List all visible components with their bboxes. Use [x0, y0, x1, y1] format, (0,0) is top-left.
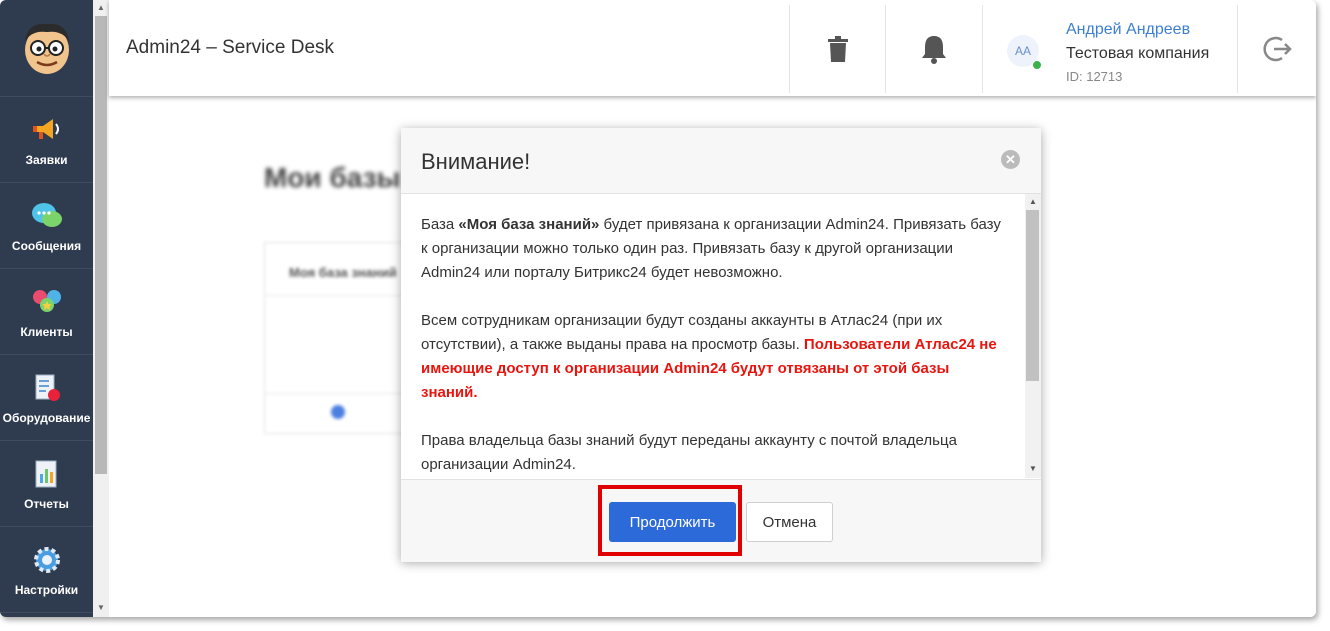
sidebar: Заявки Сообщения Клиенты Оборудование От…	[0, 0, 93, 617]
scroll-up-arrow-icon[interactable]: ▲	[97, 3, 105, 12]
dialog-header: Внимание! ✕	[401, 128, 1041, 194]
bell-icon	[921, 36, 946, 64]
sidebar-item-label: Заявки	[25, 152, 68, 167]
close-icon[interactable]: ✕	[1001, 150, 1020, 169]
company-name: Тестовая компания	[1066, 45, 1210, 62]
card-header: Моя база знаний	[289, 265, 397, 280]
sidebar-item-settings[interactable]: Настройки	[0, 527, 93, 613]
sidebar-item-messages[interactable]: Сообщения	[0, 183, 93, 269]
dialog-paragraph: Права владельца базы знаний будут переда…	[421, 432, 957, 473]
chat-bubbles-icon	[30, 199, 64, 233]
sidebar-item-clients[interactable]: Клиенты	[0, 269, 93, 355]
logout-button[interactable]	[1237, 5, 1316, 93]
app-window: Заявки Сообщения Клиенты Оборудование От…	[0, 0, 1316, 617]
dialog-scrollbar[interactable]: ▲ ▼	[1025, 194, 1041, 478]
cancel-button[interactable]: Отмена	[746, 502, 833, 542]
megaphone-icon	[30, 113, 64, 147]
sidebar-item-reports[interactable]: Отчеты	[0, 441, 93, 527]
dialog-footer: Продолжить Отмена	[401, 479, 1041, 562]
sidebar-item-label: Оборудование	[2, 410, 91, 425]
dialog-paragraph: Всем сотрудникам организации будут созда…	[401, 309, 1025, 405]
sidebar-item-label: Сообщения	[11, 238, 82, 253]
logout-icon	[1262, 36, 1292, 62]
scrollbar-thumb[interactable]	[1026, 210, 1039, 381]
dialog-title: Внимание!	[421, 149, 531, 174]
admin24-logo-icon	[331, 405, 345, 419]
notifications-button[interactable]	[885, 5, 981, 93]
scrollbar-thumb[interactable]	[95, 16, 107, 474]
user-name-link[interactable]: Андрей Андреев	[1066, 21, 1190, 39]
sidebar-item-label: Отчеты	[24, 496, 69, 511]
cartoon-face-logo	[24, 23, 69, 74]
header: Admin24 – Service Desk AA Андрей Андреев…	[109, 0, 1316, 96]
sidebar-item-requests[interactable]: Заявки	[0, 97, 93, 183]
app-title: Admin24 – Service Desk	[126, 37, 335, 58]
scroll-up-arrow-icon[interactable]: ▲	[1029, 197, 1037, 206]
scroll-down-arrow-icon[interactable]: ▼	[1029, 464, 1037, 473]
logo[interactable]	[0, 0, 93, 97]
sidebar-scrollbar[interactable]: ▲ ▼	[93, 0, 109, 617]
dialog-body: База «Моя база знаний» будет привязана к…	[401, 194, 1025, 478]
continue-button[interactable]: Продолжить	[609, 502, 736, 542]
reports-icon	[30, 457, 64, 491]
gear-icon	[30, 543, 64, 577]
user-profile[interactable]: AA Андрей Андреев Тестовая компания ID: …	[982, 5, 1238, 93]
user-id: ID: 12713	[1066, 69, 1123, 84]
dialog-paragraph: База «Моя база знаний» будет привязана к…	[401, 213, 1025, 285]
equipment-icon	[30, 371, 64, 405]
sidebar-item-label: Настройки	[14, 582, 79, 597]
scroll-down-arrow-icon[interactable]: ▼	[97, 603, 105, 612]
clients-icon	[30, 285, 64, 319]
sidebar-item-label: Клиенты	[20, 324, 73, 339]
trash-icon	[827, 36, 848, 62]
online-status-dot	[1032, 60, 1042, 70]
knowledge-base-name: «Моя база знаний»	[458, 216, 600, 233]
text-span: База	[421, 216, 459, 233]
trash-button[interactable]	[789, 5, 885, 93]
warning-dialog: Внимание! ✕ База «Моя база знаний» будет…	[401, 128, 1041, 562]
sidebar-item-equipment[interactable]: Оборудование	[0, 355, 93, 441]
